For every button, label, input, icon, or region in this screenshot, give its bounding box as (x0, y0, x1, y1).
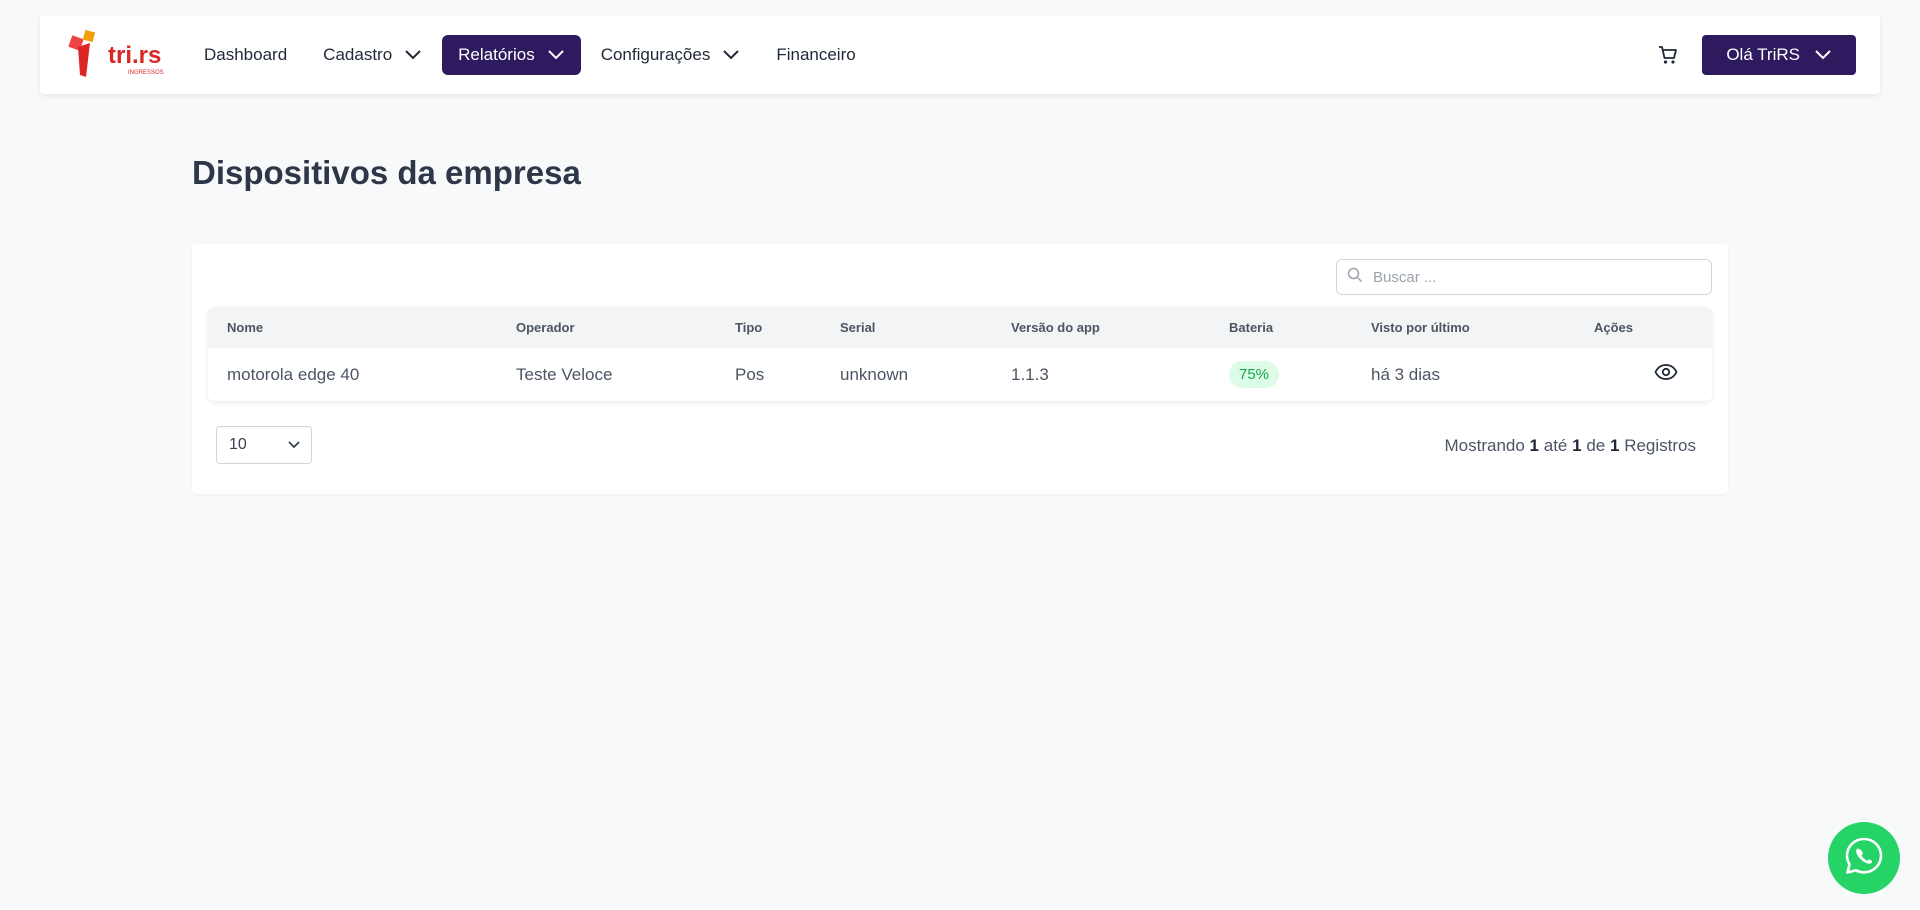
table-header-row: Nome Operador Tipo Serial Versão do app … (208, 307, 1712, 348)
chevron-down-icon (1814, 49, 1832, 61)
pagination-suffix: Registros (1624, 436, 1696, 455)
devices-card: Nome Operador Tipo Serial Versão do app … (192, 244, 1728, 494)
pagination-prefix: Mostrando (1444, 436, 1525, 455)
cell-versao: 1.1.3 (1011, 364, 1049, 384)
eye-icon[interactable] (1654, 360, 1678, 384)
search-input[interactable] (1373, 268, 1693, 286)
chevron-down-icon (287, 440, 301, 450)
header-serial[interactable]: Serial (821, 307, 992, 348)
whatsapp-icon (1843, 835, 1885, 882)
header-visto[interactable]: Visto por último (1352, 307, 1575, 348)
header-tipo[interactable]: Tipo (716, 307, 821, 348)
cell-acoes (1575, 348, 1712, 401)
header-nome[interactable]: Nome (208, 307, 497, 348)
nav-financeiro-label: Financeiro (776, 45, 856, 64)
chevron-down-icon (547, 49, 565, 61)
nav-dashboard[interactable]: Dashboard (188, 35, 303, 75)
nav-dashboard-label: Dashboard (204, 45, 288, 64)
page-size-select[interactable]: 10 (216, 426, 312, 464)
nav-cadastro-label: Cadastro (323, 45, 393, 64)
cell-nome: motorola edge 40 (227, 364, 360, 384)
top-navbar: tri.rs INGRESSOS Dashboard Cadastro Rela… (40, 16, 1880, 94)
pagination-total: 1 (1609, 436, 1620, 455)
nav-relatorios[interactable]: Relatórios (442, 35, 581, 75)
brand-logo[interactable]: tri.rs INGRESSOS (64, 27, 172, 83)
table-row[interactable]: motorola edge 40 Teste Veloce Pos unknow… (208, 348, 1712, 401)
svg-text:tri.rs: tri.rs (108, 42, 161, 69)
svg-text:INGRESSOS: INGRESSOS (128, 70, 164, 76)
cell-visto: há 3 dias (1371, 364, 1440, 384)
pagination-info: Mostrando 1 até 1 de 1 Registros (1444, 436, 1696, 456)
cell-bateria: 75% (1210, 348, 1352, 401)
pagination-to-word: até (1543, 436, 1568, 455)
nav-relatorios-label: Relatórios (458, 45, 535, 64)
nav-configuracoes-label: Configurações (600, 45, 711, 64)
pagination-to: 1 (1572, 436, 1582, 455)
header-bateria[interactable]: Bateria (1210, 307, 1352, 348)
nav-cadastro[interactable]: Cadastro (307, 35, 438, 75)
nav-configuracoes[interactable]: Configurações (585, 35, 757, 75)
user-menu-label: Olá TriRS (1726, 45, 1800, 64)
chevron-down-icon (722, 49, 740, 61)
battery-badge: 75% (1229, 361, 1280, 388)
chevron-down-icon (404, 49, 422, 61)
nav-financeiro[interactable]: Financeiro (760, 35, 871, 75)
page-title: Dispositivos da empresa (192, 154, 581, 191)
search-icon (1347, 267, 1363, 288)
header-operador[interactable]: Operador (497, 307, 716, 348)
pagination-of-word: de (1586, 436, 1606, 455)
search-box[interactable] (1336, 259, 1712, 295)
cell-serial: unknown (840, 364, 909, 384)
nav-right-group: Olá TriRS (1648, 35, 1856, 75)
user-menu-button[interactable]: Olá TriRS (1702, 35, 1856, 75)
devices-table: Nome Operador Tipo Serial Versão do app … (208, 307, 1712, 401)
pagination-from: 1 (1529, 436, 1540, 455)
header-versao[interactable]: Versão do app (992, 307, 1210, 348)
cart-icon[interactable] (1648, 35, 1688, 75)
cell-operador: Teste Veloce (516, 364, 613, 384)
cell-tipo: Pos (735, 364, 765, 384)
whatsapp-button[interactable] (1828, 822, 1900, 894)
page-size-value: 10 (229, 436, 247, 453)
header-acoes: Ações (1594, 320, 1634, 335)
